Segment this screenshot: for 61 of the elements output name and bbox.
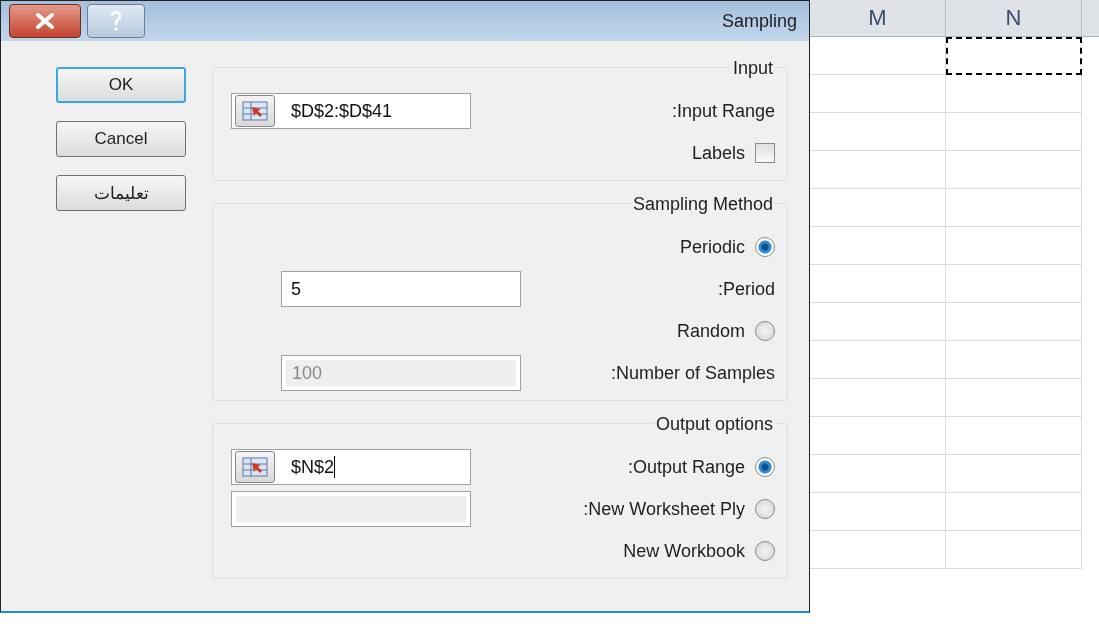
grid-cell[interactable] [946, 151, 1082, 189]
range-select-icon [242, 101, 268, 121]
group-legend: Input [730, 58, 775, 79]
grid-cell[interactable] [810, 493, 946, 531]
range-select-icon [242, 457, 268, 477]
range-select-button[interactable] [235, 451, 275, 483]
input-field[interactable]: $N$2 [231, 449, 471, 485]
radio-label: :Output Range [627, 456, 745, 478]
field-label: :Period [717, 278, 775, 300]
grid-cell[interactable] [946, 227, 1082, 265]
checkbox[interactable] [755, 143, 775, 163]
field-label: :Input Range [671, 100, 775, 122]
grid-cell[interactable] [810, 75, 946, 113]
grid-cell[interactable] [946, 113, 1082, 151]
input-field[interactable]: $D$2:$D$41 [231, 93, 471, 129]
grid-cell[interactable] [946, 189, 1082, 227]
radio-label: :New Worksheet Ply [583, 498, 745, 520]
grid-cell[interactable] [946, 341, 1082, 379]
group-legend: Sampling Method [630, 194, 775, 215]
grid-cell[interactable] [810, 303, 946, 341]
close-button[interactable] [9, 4, 81, 38]
grid-cell[interactable] [810, 37, 946, 75]
grid-cell[interactable] [810, 189, 946, 227]
grid-cell[interactable] [946, 75, 1082, 113]
grid-cell[interactable] [810, 151, 946, 189]
grid-cell[interactable] [810, 227, 946, 265]
grid-cell[interactable] [946, 303, 1082, 341]
grid-cell[interactable] [946, 493, 1082, 531]
grid-cell[interactable] [810, 455, 946, 493]
help-icon [109, 10, 123, 32]
grid-cell[interactable] [946, 265, 1082, 303]
radio-button[interactable] [755, 457, 775, 477]
radio-label: New Workbook [623, 540, 745, 562]
grid-cell[interactable] [810, 265, 946, 303]
grid-cell[interactable] [810, 113, 946, 151]
window-title: Sampling [721, 10, 797, 32]
grid-cell[interactable] [946, 379, 1082, 417]
grid-cell[interactable] [810, 531, 946, 569]
grid-cell[interactable] [810, 341, 946, 379]
radio-button[interactable] [755, 541, 775, 561]
radio-label: Periodic [679, 236, 745, 258]
range-select-button[interactable] [235, 95, 275, 127]
grid-cell[interactable] [946, 531, 1082, 569]
radio-button[interactable] [755, 321, 775, 341]
dialog-button[interactable]: تعليمات [56, 175, 186, 211]
radio-button[interactable] [755, 237, 775, 257]
dialog-button[interactable]: Cancel [56, 121, 186, 157]
input-field[interactable]: 5 [281, 271, 521, 307]
dialog-button[interactable]: OK [56, 67, 186, 103]
column-header[interactable]: N [946, 0, 1082, 36]
field-label: :Number of Samples [610, 362, 775, 384]
grid-cell[interactable] [810, 379, 946, 417]
group-legend: Output options [653, 414, 775, 435]
help-button[interactable] [87, 4, 145, 38]
close-icon [34, 13, 56, 29]
checkbox-label: Labels [691, 142, 745, 164]
grid-cell[interactable] [946, 455, 1082, 493]
grid-cell[interactable] [810, 417, 946, 455]
column-header[interactable]: M [810, 0, 946, 36]
grid-cell[interactable] [946, 417, 1082, 455]
radio-label: Random [676, 320, 745, 342]
